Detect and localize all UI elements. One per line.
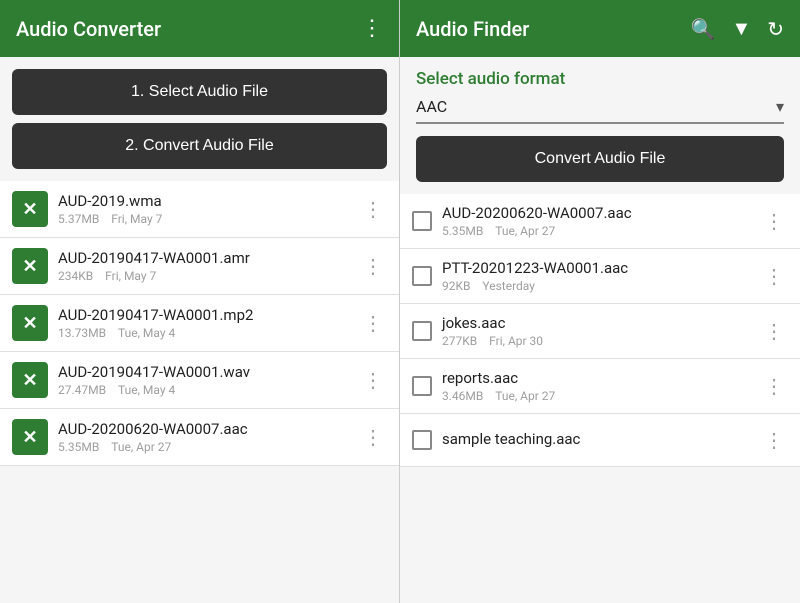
file-info: AUD-20190417-WA0001.mp2 13.73MB Tue, May…	[58, 306, 349, 340]
right-file-meta: 92KB Yesterday	[442, 279, 750, 293]
file-checkbox[interactable]	[412, 266, 432, 286]
file-more-icon[interactable]: ⋮	[760, 370, 788, 402]
file-checkbox[interactable]	[412, 430, 432, 450]
list-item: ✕ AUD-20190417-WA0001.wav 27.47MB Tue, M…	[0, 352, 399, 409]
right-panel-title: Audio Finder	[416, 17, 529, 41]
right-file-meta: 277KB Fri, Apr 30	[442, 334, 750, 348]
list-item: ✕ AUD-20190417-WA0001.mp2 13.73MB Tue, M…	[0, 295, 399, 352]
right-file-info: AUD-20200620-WA0007.aac 5.35MB Tue, Apr …	[442, 204, 750, 238]
convert-audio-file-button[interactable]: Convert Audio File	[416, 136, 784, 182]
right-file-info: reports.aac 3.46MB Tue, Apr 27	[442, 369, 750, 403]
format-value: AAC	[416, 97, 447, 116]
left-more-icon[interactable]: ⋮	[361, 16, 383, 41]
left-buttons: 1. Select Audio File 2. Convert Audio Fi…	[0, 57, 399, 173]
search-icon[interactable]: 🔍	[691, 17, 716, 41]
file-more-icon[interactable]: ⋮	[760, 260, 788, 292]
file-more-icon[interactable]: ⋮	[359, 193, 387, 225]
right-file-name: PTT-20201223-WA0001.aac	[442, 259, 750, 277]
list-item: AUD-20200620-WA0007.aac 5.35MB Tue, Apr …	[400, 194, 800, 249]
file-info: AUD-20190417-WA0001.wav 27.47MB Tue, May…	[58, 363, 349, 397]
list-item: jokes.aac 277KB Fri, Apr 30 ⋮	[400, 304, 800, 359]
right-file-name: AUD-20200620-WA0007.aac	[442, 204, 750, 222]
right-header: Audio Finder 🔍 ▼ ↻	[400, 0, 800, 57]
right-file-meta: 3.46MB Tue, Apr 27	[442, 389, 750, 403]
file-icon: ✕	[12, 191, 48, 227]
file-icon: ✕	[12, 305, 48, 341]
file-icon: ✕	[12, 248, 48, 284]
file-icon: ✕	[12, 362, 48, 398]
chevron-down-icon: ▾	[776, 97, 784, 116]
file-more-icon[interactable]: ⋮	[359, 421, 387, 453]
format-dropdown[interactable]: AAC ▾	[416, 97, 784, 124]
convert-audio-button-left[interactable]: 2. Convert Audio File	[12, 123, 387, 169]
right-panel: Audio Finder 🔍 ▼ ↻ Select audio format A…	[400, 0, 800, 603]
right-file-info: PTT-20201223-WA0001.aac 92KB Yesterday	[442, 259, 750, 293]
right-file-name: sample teaching.aac	[442, 430, 750, 448]
file-info: AUD-20200620-WA0007.aac 5.35MB Tue, Apr …	[58, 420, 349, 454]
file-icon: ✕	[12, 419, 48, 455]
list-item: ✕ AUD-20190417-WA0001.amr 234KB Fri, May…	[0, 238, 399, 295]
file-meta: 13.73MB Tue, May 4	[58, 326, 349, 340]
file-checkbox[interactable]	[412, 211, 432, 231]
file-checkbox[interactable]	[412, 376, 432, 396]
file-name: AUD-2019.wma	[58, 192, 349, 210]
right-header-icons: 🔍 ▼ ↻	[691, 16, 784, 41]
select-audio-button[interactable]: 1. Select Audio File	[12, 69, 387, 115]
left-header: Audio Converter ⋮	[0, 0, 399, 57]
list-item: ✕ AUD-2019.wma 5.37MB Fri, May 7 ⋮	[0, 181, 399, 238]
left-file-list: ✕ AUD-2019.wma 5.37MB Fri, May 7 ⋮ ✕ AUD…	[0, 173, 399, 603]
list-item: reports.aac 3.46MB Tue, Apr 27 ⋮	[400, 359, 800, 414]
file-more-icon[interactable]: ⋮	[359, 250, 387, 282]
file-name: AUD-20200620-WA0007.aac	[58, 420, 349, 438]
file-checkbox[interactable]	[412, 321, 432, 341]
right-file-name: reports.aac	[442, 369, 750, 387]
refresh-icon[interactable]: ↻	[767, 17, 784, 41]
file-info: AUD-20190417-WA0001.amr 234KB Fri, May 7	[58, 249, 349, 283]
file-name: AUD-20190417-WA0001.amr	[58, 249, 349, 267]
file-more-icon[interactable]: ⋮	[760, 205, 788, 237]
file-more-icon[interactable]: ⋮	[760, 424, 788, 456]
file-meta: 234KB Fri, May 7	[58, 269, 349, 283]
file-info: AUD-2019.wma 5.37MB Fri, May 7	[58, 192, 349, 226]
right-file-info: sample teaching.aac	[442, 430, 750, 450]
file-meta: 5.37MB Fri, May 7	[58, 212, 349, 226]
left-panel-title: Audio Converter	[16, 17, 161, 41]
right-file-info: jokes.aac 277KB Fri, Apr 30	[442, 314, 750, 348]
file-meta: 27.47MB Tue, May 4	[58, 383, 349, 397]
file-more-icon[interactable]: ⋮	[359, 364, 387, 396]
file-name: AUD-20190417-WA0001.wav	[58, 363, 349, 381]
list-item: PTT-20201223-WA0001.aac 92KB Yesterday ⋮	[400, 249, 800, 304]
left-panel: Audio Converter ⋮ 1. Select Audio File 2…	[0, 0, 400, 603]
format-label: Select audio format	[416, 69, 784, 89]
file-name: AUD-20190417-WA0001.mp2	[58, 306, 349, 324]
filter-icon[interactable]: ▼	[731, 16, 751, 41]
right-file-meta: 5.35MB Tue, Apr 27	[442, 224, 750, 238]
right-file-name: jokes.aac	[442, 314, 750, 332]
file-more-icon[interactable]: ⋮	[760, 315, 788, 347]
right-content: Select audio format AAC ▾ Convert Audio …	[400, 57, 800, 194]
file-more-icon[interactable]: ⋮	[359, 307, 387, 339]
list-item: sample teaching.aac ⋮	[400, 414, 800, 467]
right-file-list: AUD-20200620-WA0007.aac 5.35MB Tue, Apr …	[400, 194, 800, 603]
file-meta: 5.35MB Tue, Apr 27	[58, 440, 349, 454]
list-item: ✕ AUD-20200620-WA0007.aac 5.35MB Tue, Ap…	[0, 409, 399, 466]
